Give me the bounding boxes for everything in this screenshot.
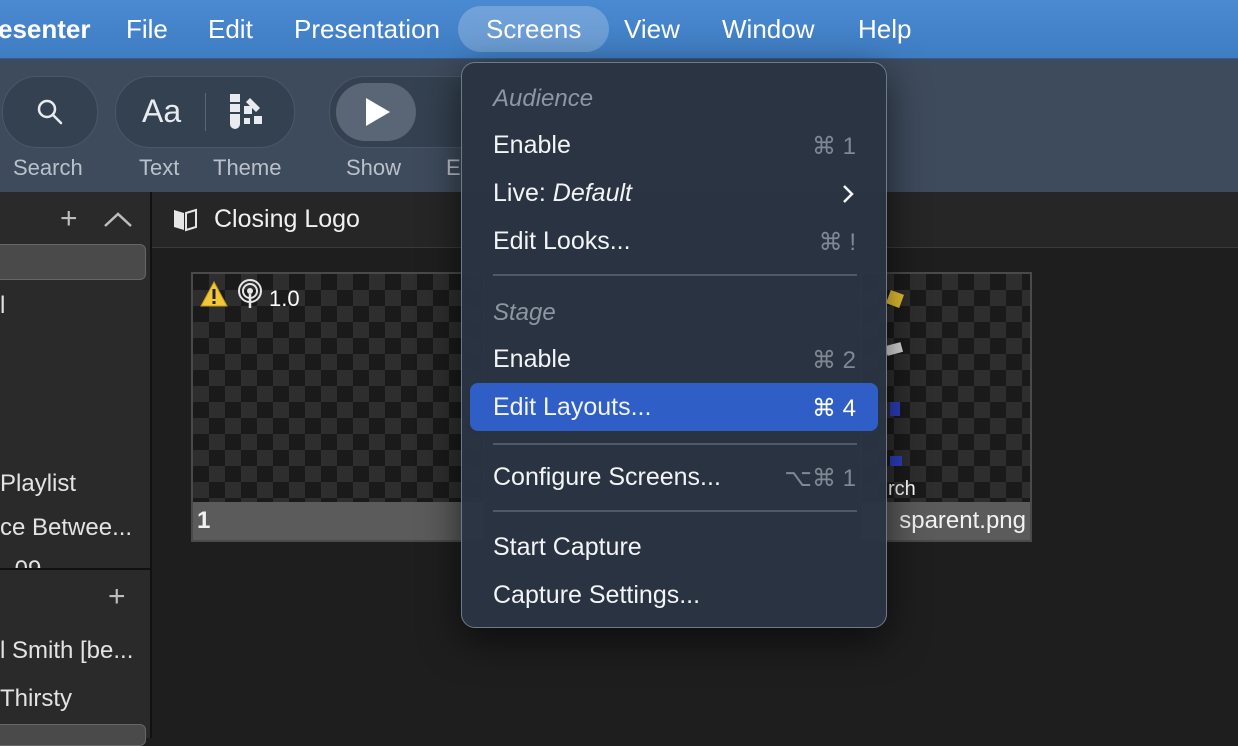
shortcut-stage-enable: ⌘ 2 xyxy=(811,347,856,374)
text-aa-icon[interactable]: Aa xyxy=(142,93,181,130)
menu-item-capture-settings[interactable]: Capture Settings... xyxy=(493,581,700,610)
app-menu[interactable]: esenter xyxy=(0,0,91,58)
play-icon xyxy=(366,98,390,126)
slide-badge: 1.0 xyxy=(269,286,300,311)
presentation-title: Closing Logo xyxy=(214,205,360,233)
theme-label: Theme xyxy=(213,155,282,180)
slide-preview xyxy=(862,274,1030,502)
shortcut-configure-screens: ⌥⌘ 1 xyxy=(784,465,856,492)
search-icon xyxy=(37,99,63,125)
menu-item-live[interactable]: Live: Default xyxy=(493,179,632,208)
menu-item-stage-enable[interactable]: Enable xyxy=(493,345,571,374)
chevron-up-icon[interactable] xyxy=(102,210,134,230)
menu-item-audience-enable[interactable]: Enable xyxy=(493,131,571,160)
shortcut-edit-layouts: ⌘ 4 xyxy=(811,395,856,422)
search-button[interactable] xyxy=(2,76,98,148)
sidebar-field[interactable] xyxy=(0,724,146,746)
library-sidebar: + l Playlist ce Betwee... - 09 + l Smith… xyxy=(0,192,152,746)
sidebar-item[interactable]: l Smith [be... xyxy=(0,637,133,665)
menu-section-stage: Stage xyxy=(493,299,556,326)
theme-icon[interactable] xyxy=(228,92,268,132)
slide-label: sparent.png xyxy=(862,502,1030,540)
shortcut-edit-looks: ⌘ ! xyxy=(818,229,856,256)
text-theme-group: Aa xyxy=(115,76,295,148)
menu-item-start-capture[interactable]: Start Capture xyxy=(493,533,642,562)
menu-item-edit-looks[interactable]: Edit Looks... xyxy=(493,227,631,256)
warning-icon xyxy=(200,280,228,307)
menu-separator xyxy=(493,274,857,276)
logo-fragment xyxy=(890,456,902,466)
chevron-right-icon xyxy=(843,185,854,203)
slide-overlay-text: rch xyxy=(888,478,916,500)
menu-edit[interactable]: Edit xyxy=(208,0,253,58)
live-label: Live: xyxy=(493,179,553,207)
menu-file[interactable]: File xyxy=(126,0,168,58)
add-icon[interactable]: + xyxy=(60,202,78,236)
slide-number: 1 xyxy=(193,502,483,540)
menu-window[interactable]: Window xyxy=(722,0,814,58)
menu-item-configure-screens[interactable]: Configure Screens... xyxy=(493,463,721,492)
add-icon[interactable]: + xyxy=(108,580,126,614)
screens-menu: Audience Enable ⌘ 1 Live: Default Edit L… xyxy=(461,62,887,628)
menu-item-edit-layouts[interactable]: Edit Layouts... xyxy=(493,393,651,422)
logo-fragment xyxy=(890,402,900,416)
menu-help[interactable]: Help xyxy=(858,0,911,58)
menu-separator xyxy=(493,443,857,445)
sidebar-item-playlist[interactable]: Playlist xyxy=(0,470,76,498)
divider xyxy=(205,93,206,131)
slide-thumbnail[interactable]: 1.0 1 xyxy=(191,272,485,542)
divider xyxy=(0,568,150,570)
menu-view[interactable]: View xyxy=(624,0,680,58)
search-label: Search xyxy=(13,155,83,180)
sidebar-item[interactable]: l xyxy=(0,292,5,320)
sidebar-item[interactable]: Thirsty xyxy=(0,685,72,713)
sidebar-search-field[interactable] xyxy=(0,244,146,280)
menu-section-audience: Audience xyxy=(493,85,594,112)
shortcut-audience-enable: ⌘ 1 xyxy=(811,133,856,160)
broadcast-icon xyxy=(238,279,262,308)
menu-presentation[interactable]: Presentation xyxy=(294,0,440,58)
text-label: Text xyxy=(139,155,180,180)
menu-separator xyxy=(493,510,857,512)
menu-bar: esenter File Edit Presentation Screens V… xyxy=(0,0,1238,59)
sidebar-item[interactable]: ce Betwee... xyxy=(0,514,132,542)
show-label: Show xyxy=(346,155,402,180)
edit-label: E xyxy=(446,155,461,180)
live-look-name: Default xyxy=(552,179,632,207)
sidebar-item-partial[interactable]: - 09 xyxy=(0,556,41,568)
menu-screens[interactable]: Screens xyxy=(458,6,610,52)
presentation-icon xyxy=(174,208,197,232)
